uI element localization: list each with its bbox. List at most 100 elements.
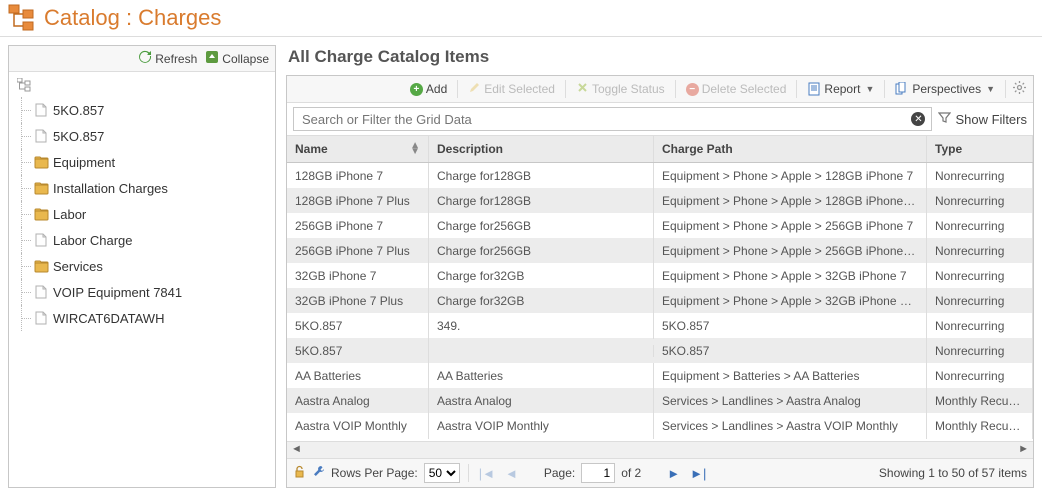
grid-body[interactable]: 128GB iPhone 7Charge for128GBEquipment >… <box>287 163 1033 441</box>
cell: Nonrecurring <box>927 188 1033 214</box>
cell: Nonrecurring <box>927 363 1033 389</box>
cell: Nonrecurring <box>927 263 1033 289</box>
rows-per-page-select[interactable]: 50 <box>424 463 460 483</box>
file-icon <box>33 284 49 300</box>
col-header-type[interactable]: Type <box>927 136 1033 162</box>
cell: Monthly Recurring <box>927 413 1033 439</box>
search-box[interactable]: ✕ <box>293 107 932 131</box>
next-page-button[interactable]: ► <box>665 466 682 481</box>
table-row[interactable]: 256GB iPhone 7Charge for256GBEquipment >… <box>287 213 1033 238</box>
cell: Equipment > Phone > Apple > 32GB iPhone … <box>654 288 927 314</box>
cell: 128GB iPhone 7 Plus <box>287 188 429 214</box>
delete-icon: − <box>686 83 699 96</box>
edit-selected-button: Edit Selected <box>464 79 559 99</box>
tree-item[interactable]: WIRCAT6DATAWH <box>15 305 275 331</box>
cell: Equipment > Phone > Apple > 128GB iPhone… <box>654 188 927 214</box>
tree-item-label: WIRCAT6DATAWH <box>53 311 164 326</box>
cell: Monthly Recurring <box>927 388 1033 414</box>
last-page-button[interactable]: ►| <box>688 466 708 481</box>
tree-item[interactable]: Labor <box>15 201 275 227</box>
grid-toolbar: + Add Edit Selected Toggle Status <box>287 76 1033 103</box>
tree-item[interactable]: Labor Charge <box>15 227 275 253</box>
cell: Services > Landlines > Aastra VOIP Month… <box>654 413 927 439</box>
page-label: Page: <box>544 466 575 480</box>
perspectives-dropdown[interactable]: Perspectives ▼ <box>891 80 999 98</box>
file-icon <box>33 128 49 144</box>
scroll-right-icon[interactable]: ► <box>1018 443 1029 455</box>
cell: Nonrecurring <box>927 238 1033 264</box>
cell: Aastra VOIP Monthly <box>287 413 429 439</box>
cell: 5KO.857 <box>287 338 429 364</box>
cell: 5KO.857 <box>654 338 927 364</box>
table-row[interactable]: 5KO.857349.5KO.857Nonrecurring <box>287 313 1033 338</box>
cell: 32GB iPhone 7 Plus <box>287 288 429 314</box>
toggle-status-button: Toggle Status <box>572 79 669 99</box>
cell: Equipment > Phone > Apple > 256GB iPhone… <box>654 238 927 264</box>
cell: Equipment > Phone > Apple > 128GB iPhone… <box>654 163 927 189</box>
cell: 5KO.857 <box>287 313 429 339</box>
table-row[interactable]: 32GB iPhone 7 PlusCharge for32GBEquipmen… <box>287 288 1033 313</box>
collapse-icon <box>205 50 219 67</box>
grid: + Add Edit Selected Toggle Status <box>286 75 1034 488</box>
caret-down-icon: ▼ <box>986 84 995 94</box>
cell: 256GB iPhone 7 <box>287 213 429 239</box>
col-header-charge-path[interactable]: Charge Path <box>654 136 927 162</box>
tree-item[interactable]: VOIP Equipment 7841 <box>15 279 275 305</box>
grid-header: Name ▲▼ Description Charge Path Type <box>287 136 1033 163</box>
prev-page-button[interactable]: ◄ <box>503 466 520 481</box>
sort-icon: ▲▼ <box>410 143 420 155</box>
file-icon <box>33 232 49 248</box>
wrench-icon[interactable] <box>312 465 325 481</box>
tree-item-label: VOIP Equipment 7841 <box>53 285 182 300</box>
first-page-button[interactable]: |◄ <box>477 466 497 481</box>
tree-item[interactable]: 5KO.857 <box>15 97 275 123</box>
clear-search-icon[interactable]: ✕ <box>911 112 925 126</box>
cell: Aastra VOIP Monthly <box>429 413 654 439</box>
cell: Charge for32GB <box>429 263 654 289</box>
add-button[interactable]: + Add <box>406 80 451 98</box>
col-header-name[interactable]: Name ▲▼ <box>287 136 429 162</box>
table-row[interactable]: 256GB iPhone 7 PlusCharge for256GBEquipm… <box>287 238 1033 263</box>
toggle-icon <box>576 81 589 97</box>
search-input[interactable] <box>300 111 911 128</box>
file-icon <box>33 310 49 326</box>
cell: Equipment > Phone > Apple > 256GB iPhone… <box>654 213 927 239</box>
cell: Equipment > Batteries > AA Batteries <box>654 363 927 389</box>
grid-footer: Rows Per Page: 50 |◄ ◄ Page: of 2 ► ►| S… <box>287 458 1033 487</box>
refresh-button[interactable]: Refresh <box>138 50 197 67</box>
cell: Nonrecurring <box>927 213 1033 239</box>
cell: Services > Landlines > Aastra Analog <box>654 388 927 414</box>
table-row[interactable]: AA BatteriesAA BatteriesEquipment > Batt… <box>287 363 1033 388</box>
show-filters-button[interactable]: Show Filters <box>938 111 1027 127</box>
cell: Charge for256GB <box>429 238 654 264</box>
delete-selected-button: − Delete Selected <box>682 80 791 98</box>
table-row[interactable]: 5KO.8575KO.857Nonrecurring <box>287 338 1033 363</box>
tree-item-label: Labor <box>53 207 86 222</box>
table-row[interactable]: 128GB iPhone 7Charge for128GBEquipment >… <box>287 163 1033 188</box>
cell: Charge for128GB <box>429 163 654 189</box>
page-title: Catalog : Charges <box>44 5 221 31</box>
table-row[interactable]: 32GB iPhone 7Charge for32GBEquipment > P… <box>287 263 1033 288</box>
cell: Charge for32GB <box>429 288 654 314</box>
page-input[interactable] <box>581 463 615 483</box>
table-row[interactable]: Aastra AnalogAastra AnalogServices > Lan… <box>287 388 1033 413</box>
tree-item[interactable]: Installation Charges <box>15 175 275 201</box>
report-dropdown[interactable]: Report ▼ <box>803 80 878 98</box>
settings-button[interactable] <box>1012 80 1027 98</box>
folder-icon <box>33 154 49 170</box>
scroll-left-icon[interactable]: ◄ <box>291 443 302 455</box>
tree-item[interactable]: Equipment <box>15 149 275 175</box>
table-row[interactable]: Aastra VOIP MonthlyAastra VOIP MonthlySe… <box>287 413 1033 438</box>
tree: 5KO.8575KO.857EquipmentInstallation Char… <box>9 72 275 487</box>
cell: AA Batteries <box>287 363 429 389</box>
cell: AA Batteries <box>429 363 654 389</box>
table-row[interactable]: 128GB iPhone 7 PlusCharge for128GBEquipm… <box>287 188 1033 213</box>
horizontal-scrollbar[interactable]: ◄ ► <box>287 441 1033 458</box>
cell: Nonrecurring <box>927 163 1033 189</box>
col-header-description[interactable]: Description <box>429 136 654 162</box>
tree-item[interactable]: 5KO.857 <box>15 123 275 149</box>
tree-item[interactable]: Services <box>15 253 275 279</box>
collapse-button[interactable]: Collapse <box>205 50 269 67</box>
content-panel: All Charge Catalog Items + Add Edit Sele… <box>286 45 1034 488</box>
lock-icon[interactable] <box>293 465 306 481</box>
